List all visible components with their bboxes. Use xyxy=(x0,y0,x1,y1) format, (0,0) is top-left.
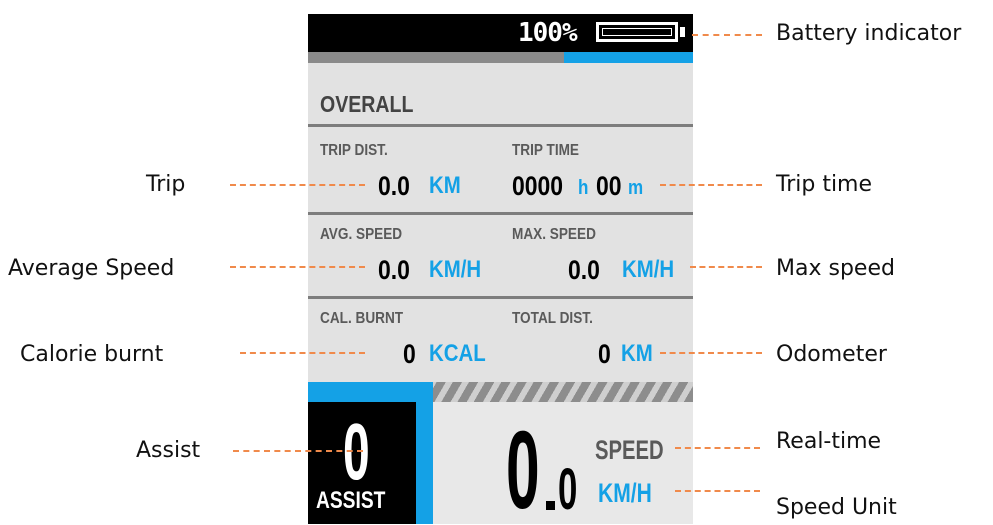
trip-dist-label: TRIP DIST. xyxy=(320,142,388,159)
leader-line-realtime xyxy=(675,447,760,449)
trip-dist-unit: KM xyxy=(429,172,461,199)
avg-speed-value: 0.0 xyxy=(378,255,410,285)
speed-decimal-point xyxy=(546,501,555,510)
battery-cap xyxy=(680,27,685,37)
speed-decimal: 0 xyxy=(558,457,578,522)
trip-time-h-unit: h xyxy=(578,177,589,199)
speed-label: SPEED xyxy=(595,435,664,465)
annotation-speed-unit: Speed Unit xyxy=(776,495,897,520)
trip-time-minutes: 00 xyxy=(596,171,622,201)
avg-speed-label: AVG. SPEED xyxy=(320,226,403,243)
separator xyxy=(308,212,693,215)
leader-line-calorie xyxy=(240,352,365,354)
leader-line-avg-speed xyxy=(230,266,365,268)
hatch-strip xyxy=(433,382,693,402)
leader-line-trip-time xyxy=(660,184,762,186)
annotation-max-speed: Max speed xyxy=(776,256,895,281)
bike-display-screen: 100% OVERALL TRIP DIST. TRIP TIME 0.0 KM… xyxy=(308,14,693,524)
calories-value: 0 xyxy=(403,339,416,369)
max-speed-value: 0.0 xyxy=(568,255,600,285)
calories-unit: KCAL xyxy=(429,340,486,367)
trip-time-m-unit: m xyxy=(628,177,644,199)
separator xyxy=(308,124,693,127)
leader-line-max-speed xyxy=(690,266,762,268)
speed-unit: KM/H xyxy=(598,478,652,508)
leader-line-speed-unit xyxy=(675,490,760,492)
calories-label: CAL. BURNT xyxy=(320,310,404,327)
annotation-realtime: Real-time xyxy=(776,429,882,454)
max-speed-label: MAX. SPEED xyxy=(512,226,596,243)
max-speed-unit: KM/H xyxy=(622,256,675,283)
annotation-trip: Trip xyxy=(146,172,186,197)
assist-level: 0 xyxy=(343,407,370,496)
trip-dist-value: 0.0 xyxy=(378,171,410,201)
battery-percent: 100% xyxy=(518,18,578,48)
leader-line-assist xyxy=(233,450,363,452)
assist-label: ASSIST xyxy=(316,487,386,514)
total-dist-unit: KM xyxy=(621,340,653,367)
trip-time-label: TRIP TIME xyxy=(512,142,580,159)
total-dist-value: 0 xyxy=(598,339,611,369)
battery-icon xyxy=(596,22,678,42)
annotation-assist: Assist xyxy=(136,438,201,463)
annotation-calorie: Calorie burnt xyxy=(20,342,164,367)
accent-bar xyxy=(564,52,693,63)
section-title: OVERALL xyxy=(320,91,414,117)
annotation-avg-speed: Average Speed xyxy=(8,256,175,281)
leader-line-trip xyxy=(230,184,365,186)
avg-speed-unit: KM/H xyxy=(429,256,482,283)
annotation-trip-time: Trip time xyxy=(776,172,873,197)
annotation-odometer: Odometer xyxy=(776,342,887,367)
trip-time-hours: 0000 xyxy=(512,171,564,201)
separator xyxy=(308,296,693,299)
leader-line-odometer xyxy=(660,352,762,354)
total-dist-label: TOTAL DIST. xyxy=(512,310,593,327)
speed-integer: 0 xyxy=(506,409,540,525)
annotation-battery: Battery indicator xyxy=(776,21,962,46)
leader-line-battery xyxy=(692,34,762,36)
